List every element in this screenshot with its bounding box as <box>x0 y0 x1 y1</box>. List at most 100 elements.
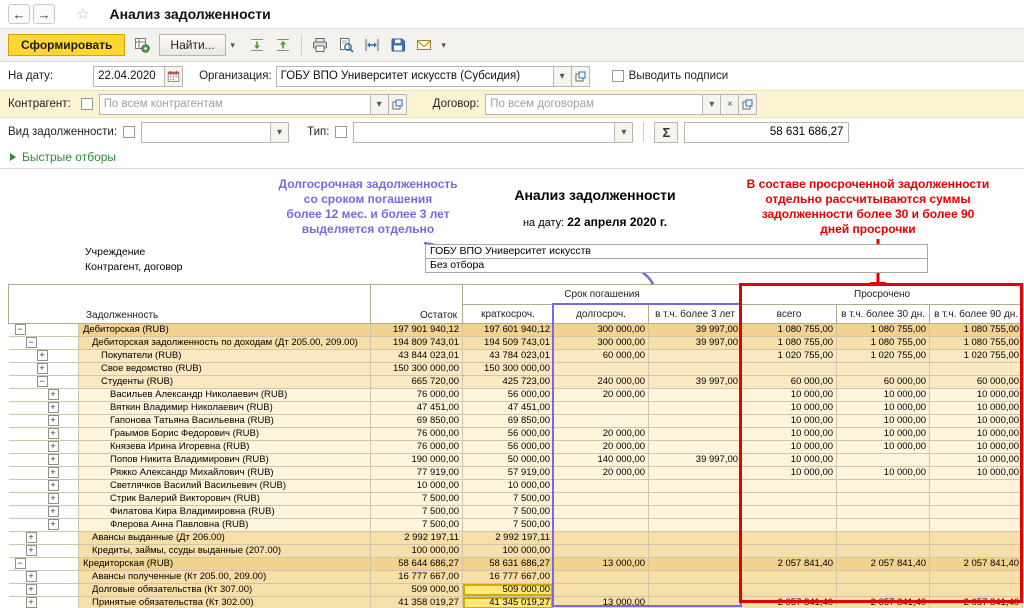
debt-name-cell[interactable]: Флерова Анна Павловна (RUB) <box>79 519 371 532</box>
amount-cell[interactable] <box>554 363 649 376</box>
amount-cell[interactable]: 10 000,00 <box>837 415 930 428</box>
amount-cell[interactable]: 240 000,00 <box>554 376 649 389</box>
table-row[interactable]: +Долговые обязательства (Кт 307.00)509 0… <box>9 584 1023 597</box>
amount-cell[interactable]: 57 919,00 <box>463 467 554 480</box>
expand-group-icon[interactable]: + <box>26 597 37 608</box>
table-row[interactable]: +Вяткин Владимир Николаевич (RUB)47 451,… <box>9 402 1023 415</box>
amount-cell[interactable] <box>649 506 742 519</box>
forward-button[interactable]: → <box>33 4 55 24</box>
amount-cell[interactable] <box>554 532 649 545</box>
amount-cell[interactable] <box>649 597 742 608</box>
debt-name-cell[interactable]: Филатова Кира Владимировна (RUB) <box>79 506 371 519</box>
amount-cell[interactable]: 76 000,00 <box>371 428 463 441</box>
collapse-group-icon[interactable]: − <box>15 324 26 335</box>
type-checkbox[interactable] <box>335 126 347 138</box>
amount-cell[interactable] <box>742 571 837 584</box>
find-menu-button[interactable]: ▾ <box>226 33 240 57</box>
amount-cell[interactable]: 13 000,00 <box>554 597 649 608</box>
amount-cell[interactable]: 1 020 755,00 <box>742 350 837 363</box>
amount-cell[interactable] <box>837 480 930 493</box>
debt-name-cell[interactable]: Ряжко Александр Михайлович (RUB) <box>79 467 371 480</box>
table-row[interactable]: +Авансы выданные (Дт 206.00)2 992 197,11… <box>9 532 1023 545</box>
amount-cell[interactable] <box>742 363 837 376</box>
organization-combo[interactable]: ГОБУ ВПО Университет искусств (Субсидия) <box>276 66 554 87</box>
table-row[interactable]: +Князева Ирина Игоревна (RUB)76 000,0056… <box>9 441 1023 454</box>
total-sum-field[interactable]: 58 631 686,27 <box>684 122 849 143</box>
amount-cell[interactable]: 76 000,00 <box>371 441 463 454</box>
debt-name-cell[interactable]: Авансы полученные (Кт 205.00, 209.00) <box>79 571 371 584</box>
amount-cell[interactable]: 2 057 841,40 <box>930 558 1023 571</box>
amount-cell[interactable]: 7 500,00 <box>371 506 463 519</box>
amount-cell[interactable]: 39 997,00 <box>649 376 742 389</box>
counterparty-checkbox[interactable] <box>81 98 93 110</box>
amount-cell[interactable]: 1 080 755,00 <box>837 324 930 337</box>
amount-cell[interactable] <box>649 584 742 597</box>
debt-name-cell[interactable]: Стрик Валерий Викторович (RUB) <box>79 493 371 506</box>
amount-cell[interactable] <box>837 519 930 532</box>
amount-cell[interactable] <box>554 402 649 415</box>
table-row[interactable]: +Принятые обязательства (Кт 302.00)41 35… <box>9 597 1023 608</box>
amount-cell[interactable] <box>930 506 1023 519</box>
amount-cell[interactable]: 10 000,00 <box>837 389 930 402</box>
send-email-button[interactable] <box>411 33 437 57</box>
amount-cell[interactable]: 58 644 686,27 <box>371 558 463 571</box>
amount-cell[interactable]: 665 720,00 <box>371 376 463 389</box>
amount-cell[interactable]: 10 000,00 <box>742 467 837 480</box>
amount-cell[interactable]: 10 000,00 <box>930 402 1023 415</box>
amount-cell[interactable] <box>649 558 742 571</box>
show-signatures-checkbox[interactable] <box>612 70 624 82</box>
sum-button[interactable]: Σ <box>654 122 678 143</box>
amount-cell[interactable]: 10 000,00 <box>837 467 930 480</box>
amount-cell[interactable] <box>930 480 1023 493</box>
date-input[interactable]: 22.04.2020 <box>93 66 165 87</box>
debt-name-cell[interactable]: Свое ведомство (RUB) <box>79 363 371 376</box>
amount-cell[interactable] <box>837 584 930 597</box>
debt-name-cell[interactable]: Дебиторская (RUB) <box>79 324 371 337</box>
debt-name-cell[interactable]: Вяткин Владимир Николаевич (RUB) <box>79 402 371 415</box>
amount-cell[interactable]: 10 000,00 <box>742 454 837 467</box>
table-row[interactable]: +Флерова Анна Павловна (RUB)7 500,007 50… <box>9 519 1023 532</box>
amount-cell[interactable] <box>837 506 930 519</box>
amount-cell[interactable] <box>649 389 742 402</box>
amount-cell[interactable]: 300 000,00 <box>554 324 649 337</box>
calendar-button[interactable] <box>165 66 183 87</box>
counterparty-open-button[interactable] <box>389 94 407 115</box>
amount-cell[interactable]: 77 919,00 <box>371 467 463 480</box>
amount-cell[interactable] <box>930 363 1023 376</box>
type-dropdown-button[interactable]: ▾ <box>615 122 633 143</box>
amount-cell[interactable]: 56 000,00 <box>463 441 554 454</box>
amount-cell[interactable]: 10 000,00 <box>742 402 837 415</box>
amount-cell[interactable]: 150 300 000,00 <box>371 363 463 376</box>
amount-cell[interactable] <box>554 506 649 519</box>
type-combo[interactable] <box>353 122 615 143</box>
amount-cell[interactable]: 7 500,00 <box>371 519 463 532</box>
amount-cell[interactable] <box>837 454 930 467</box>
table-row[interactable]: +Свое ведомство (RUB)150 300 000,00150 3… <box>9 363 1023 376</box>
expand-group-icon[interactable]: + <box>26 571 37 582</box>
amount-cell[interactable]: 58 631 686,27 <box>463 558 554 571</box>
amount-cell[interactable]: 300 000,00 <box>554 337 649 350</box>
amount-cell[interactable]: 2 057 841,40 <box>837 558 930 571</box>
debt-name-cell[interactable]: Кредиторская (RUB) <box>79 558 371 571</box>
debt-name-cell[interactable]: Дебиторская задолженность по доходам (Дт… <box>79 337 371 350</box>
amount-cell[interactable]: 20 000,00 <box>554 389 649 402</box>
counterparty-input[interactable]: По всем контрагентам <box>99 94 371 115</box>
debt-name-cell[interactable]: Князева Ирина Игоревна (RUB) <box>79 441 371 454</box>
expand-group-icon[interactable]: + <box>37 363 48 374</box>
table-row[interactable]: +Авансы полученные (Кт 205.00, 209.00)16… <box>9 571 1023 584</box>
amount-cell[interactable]: 7 500,00 <box>371 493 463 506</box>
amount-cell[interactable] <box>649 493 742 506</box>
amount-cell[interactable]: 194 509 743,01 <box>463 337 554 350</box>
contract-dropdown-button[interactable]: ▾ <box>703 94 721 115</box>
amount-cell[interactable]: 7 500,00 <box>463 519 554 532</box>
collapse-group-icon[interactable]: − <box>37 376 48 387</box>
print-button[interactable] <box>307 33 333 57</box>
amount-cell[interactable]: 60 000,00 <box>837 376 930 389</box>
amount-cell[interactable]: 20 000,00 <box>554 428 649 441</box>
amount-cell[interactable]: 197 601 940,12 <box>463 324 554 337</box>
expand-group-icon[interactable]: + <box>48 467 59 478</box>
amount-cell[interactable]: 1 080 755,00 <box>930 324 1023 337</box>
amount-cell[interactable]: 10 000,00 <box>371 480 463 493</box>
collapse-groups-button[interactable] <box>270 33 296 57</box>
report-settings-button[interactable] <box>129 33 155 57</box>
